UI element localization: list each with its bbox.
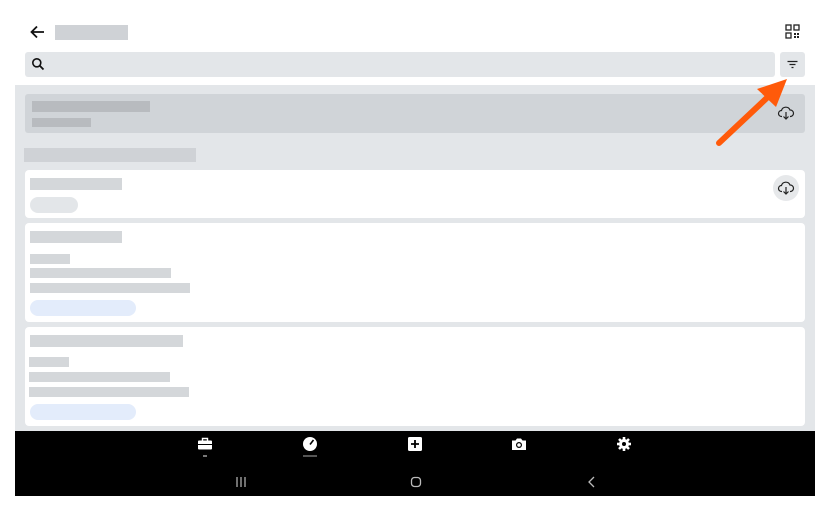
status-badge — [30, 300, 136, 316]
plus-square-icon[interactable] — [406, 435, 424, 453]
status-badge — [30, 197, 78, 213]
item-detail-label — [29, 357, 69, 367]
briefcase-icon[interactable] — [196, 435, 214, 453]
banner-subtitle — [32, 118, 91, 127]
item-detail-line — [30, 268, 171, 278]
bottom-navigation — [15, 431, 815, 496]
item-detail-line — [29, 387, 189, 397]
qr-scan-button[interactable] — [784, 23, 801, 40]
item-detail-label — [30, 254, 70, 264]
banner-title — [32, 101, 150, 112]
arrow-left-icon — [30, 25, 44, 39]
item-title — [30, 335, 183, 347]
item-title — [30, 231, 122, 243]
list-item[interactable] — [25, 327, 805, 426]
nav-active-indicator — [203, 455, 207, 457]
search-input[interactable] — [25, 52, 775, 77]
list-item[interactable] — [25, 170, 805, 218]
cloud-download-icon[interactable] — [777, 104, 795, 122]
camera-icon[interactable] — [510, 435, 528, 453]
recent-apps-icon[interactable] — [234, 475, 248, 489]
speedometer-icon[interactable] — [301, 435, 319, 453]
qr-code-icon — [785, 24, 800, 39]
item-title — [30, 178, 122, 190]
item-detail-line — [29, 372, 170, 382]
cloud-download-icon — [777, 181, 795, 195]
nav-indicator — [303, 455, 317, 457]
gear-icon[interactable] — [615, 435, 633, 453]
item-detail-line — [30, 283, 190, 293]
back-button[interactable] — [28, 22, 48, 42]
top-app-bar — [15, 15, 815, 85]
section-heading — [24, 148, 196, 162]
home-icon[interactable] — [409, 475, 423, 489]
download-button[interactable] — [773, 175, 799, 201]
status-badge — [30, 404, 136, 420]
app-screen — [15, 15, 815, 496]
system-back-icon[interactable] — [585, 475, 599, 489]
filter-icon — [787, 60, 798, 69]
page-title — [55, 25, 128, 40]
search-icon — [32, 58, 45, 71]
list-item[interactable] — [25, 223, 805, 322]
filter-button[interactable] — [780, 52, 805, 77]
download-all-banner[interactable] — [25, 94, 805, 133]
